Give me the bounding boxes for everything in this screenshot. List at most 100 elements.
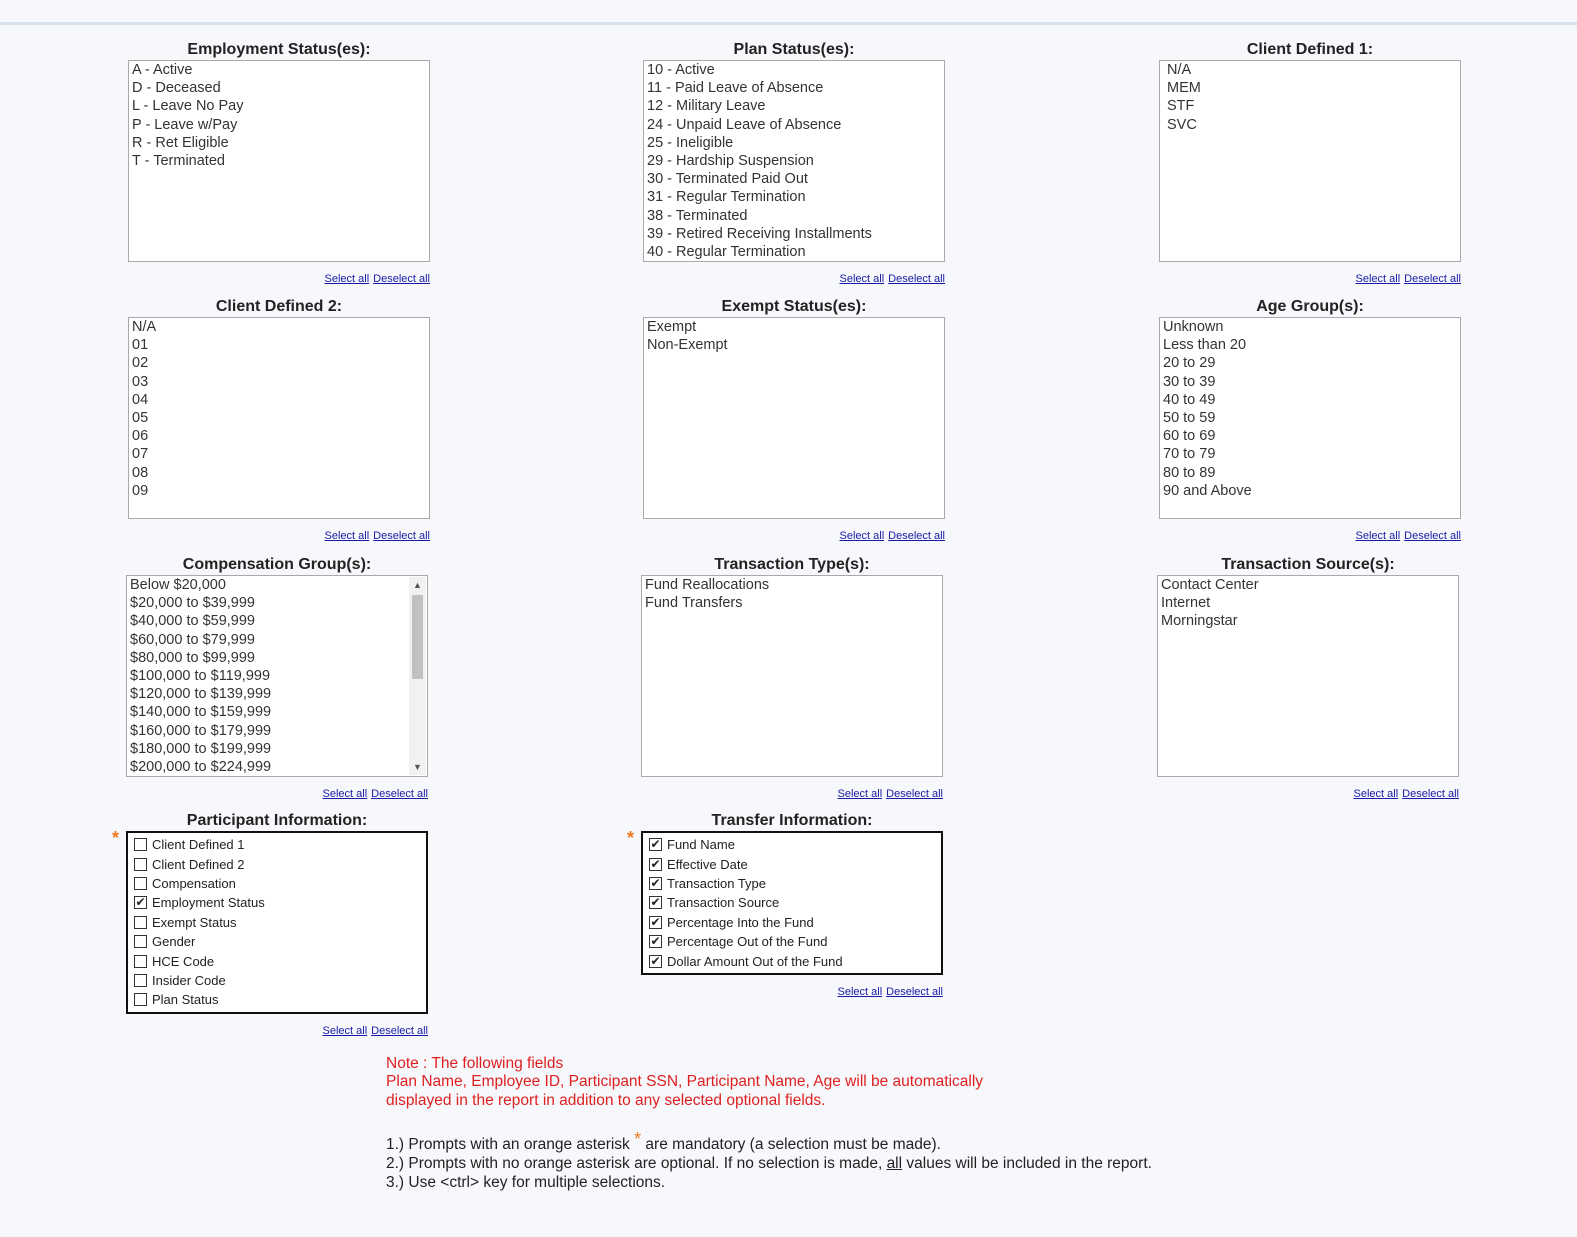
checkbox-checked-icon[interactable]: ✔ <box>649 935 662 949</box>
listbox-option[interactable]: $160,000 to $179,999 <box>130 722 405 740</box>
listbox-option[interactable]: $100,000 to $119,999 <box>130 667 405 685</box>
listbox-option[interactable]: 29 - Hardship Suspension <box>647 152 941 170</box>
listbox-option[interactable]: $80,000 to $99,999 <box>130 649 405 667</box>
deselect-all-link[interactable]: Deselect all <box>886 788 943 800</box>
listbox-option[interactable]: 30 - Terminated Paid Out <box>647 170 941 188</box>
select-all-link[interactable]: Select all <box>838 986 883 998</box>
deselect-all-link[interactable]: Deselect all <box>886 986 943 998</box>
listbox-option[interactable]: Internet <box>1161 594 1455 612</box>
checkbox-row[interactable]: ✔ Transaction Type <box>649 874 935 893</box>
plan-status-listbox[interactable]: 10 - Active 11 - Paid Leave of Absence 12 … <box>643 60 945 262</box>
listbox-option[interactable]: N/A <box>1163 61 1457 79</box>
listbox-option[interactable]: N/A <box>132 318 426 336</box>
deselect-all-link[interactable]: Deselect all <box>888 273 945 285</box>
deselect-all-link[interactable]: Deselect all <box>371 788 428 800</box>
transaction-type-listbox[interactable]: Fund Reallocations Fund Transfers <box>641 575 943 777</box>
deselect-all-link[interactable]: Deselect all <box>1404 273 1461 285</box>
listbox-option[interactable]: 40 to 49 <box>1163 391 1457 409</box>
checkbox-row[interactable]: Exempt Status <box>134 913 420 932</box>
checkbox-row[interactable]: HCE Code <box>134 951 420 970</box>
scrollbar-thumb[interactable] <box>412 595 423 679</box>
select-all-link[interactable]: Select all <box>325 530 370 542</box>
deselect-all-link[interactable]: Deselect all <box>373 530 430 542</box>
listbox-option[interactable]: L - Leave No Pay <box>132 97 426 115</box>
checkbox-unchecked-icon[interactable] <box>134 973 147 987</box>
listbox-option[interactable]: 20 to 29 <box>1163 354 1457 372</box>
listbox-option[interactable]: 05 <box>132 409 426 427</box>
listbox-option[interactable]: Fund Reallocations <box>645 576 939 594</box>
listbox-option[interactable]: 90 and Above <box>1163 482 1457 500</box>
listbox-option[interactable]: 24 - Unpaid Leave of Absence <box>647 116 941 134</box>
checkbox-checked-icon[interactable]: ✔ <box>134 896 147 910</box>
checkbox-row[interactable]: ✔ Fund Name <box>649 835 935 854</box>
age-group-listbox[interactable]: Unknown Less than 20 20 to 29 30 to 39 40 to… <box>1159 317 1461 519</box>
listbox-option[interactable]: $200,000 to $224,999 <box>130 758 405 776</box>
listbox-option[interactable]: Less than 20 <box>1163 336 1457 354</box>
exempt-status-listbox[interactable]: Exempt Non-Exempt <box>643 317 945 519</box>
listbox-option[interactable]: R - Ret Eligible <box>132 134 426 152</box>
checkbox-unchecked-icon[interactable] <box>134 935 147 949</box>
select-all-link[interactable]: Select all <box>323 1025 368 1037</box>
checkbox-row[interactable]: Gender <box>134 932 420 951</box>
listbox-option[interactable]: 08 <box>132 464 426 482</box>
select-all-link[interactable]: Select all <box>325 273 370 285</box>
listbox-option[interactable]: 38 - Terminated <box>647 207 941 225</box>
listbox-option[interactable]: 70 to 79 <box>1163 445 1457 463</box>
select-all-link[interactable]: Select all <box>1356 530 1401 542</box>
checkbox-checked-icon[interactable]: ✔ <box>649 915 662 929</box>
listbox-option[interactable]: 11 - Paid Leave of Absence <box>647 79 941 97</box>
checkbox-row[interactable]: Insider Code <box>134 971 420 990</box>
checkbox-row[interactable]: ✔ Effective Date <box>649 854 935 873</box>
scroll-up-icon[interactable]: ▲ <box>409 577 426 593</box>
compensation-group-listbox[interactable]: Below $20,000 $20,000 to $39,999 $40,000 t… <box>126 575 428 777</box>
select-all-link[interactable]: Select all <box>1354 788 1399 800</box>
checkbox-row[interactable]: ✔ Employment Status <box>134 893 420 912</box>
listbox-option[interactable]: Contact Center <box>1161 576 1455 594</box>
listbox-option[interactable]: Exempt <box>647 318 941 336</box>
checkbox-unchecked-icon[interactable] <box>134 915 147 929</box>
deselect-all-link[interactable]: Deselect all <box>1402 788 1459 800</box>
select-all-link[interactable]: Select all <box>838 788 883 800</box>
checkbox-row[interactable]: ✔ Dollar Amount Out of the Fund <box>649 951 935 970</box>
listbox-option[interactable]: P - Leave w/Pay <box>132 116 426 134</box>
listbox-option[interactable]: A - Active <box>132 61 426 79</box>
listbox-option[interactable]: MEM <box>1163 79 1457 97</box>
deselect-all-link[interactable]: Deselect all <box>373 273 430 285</box>
listbox-option[interactable]: 01 <box>132 336 426 354</box>
listbox-option[interactable]: $180,000 to $199,999 <box>130 740 405 758</box>
checkbox-checked-icon[interactable]: ✔ <box>649 838 662 852</box>
checkbox-unchecked-icon[interactable] <box>134 993 147 1007</box>
listbox-option[interactable]: 07 <box>132 445 426 463</box>
listbox-option[interactable]: 60 to 69 <box>1163 427 1457 445</box>
checkbox-row[interactable]: Client Defined 1 <box>134 835 420 854</box>
client-defined-2-listbox[interactable]: N/A 01 02 03 04 05 06 07 08 09 <box>128 317 430 519</box>
listbox-option[interactable]: $120,000 to $139,999 <box>130 685 405 703</box>
checkbox-unchecked-icon[interactable] <box>134 876 147 890</box>
checkbox-checked-icon[interactable]: ✔ <box>649 954 662 968</box>
listbox-option[interactable]: 80 to 89 <box>1163 464 1457 482</box>
scroll-down-icon[interactable]: ▼ <box>409 759 426 775</box>
listbox-option[interactable]: 31 - Regular Termination <box>647 188 941 206</box>
listbox-option[interactable]: 09 <box>132 482 426 500</box>
listbox-option[interactable]: $20,000 to $39,999 <box>130 594 405 612</box>
checkbox-row[interactable]: Compensation <box>134 874 420 893</box>
checkbox-row[interactable]: ✔ Percentage Into the Fund <box>649 913 935 932</box>
listbox-option[interactable]: 10 - Active <box>647 61 941 79</box>
deselect-all-link[interactable]: Deselect all <box>888 530 945 542</box>
checkbox-checked-icon[interactable]: ✔ <box>649 876 662 890</box>
client-defined-1-listbox[interactable]: N/A MEM STF SVC <box>1159 60 1461 262</box>
listbox-option[interactable]: 40 - Regular Termination <box>647 243 941 261</box>
listbox-option[interactable]: 30 to 39 <box>1163 373 1457 391</box>
listbox-option[interactable]: STF <box>1163 97 1457 115</box>
checkbox-checked-icon[interactable]: ✔ <box>649 857 662 871</box>
listbox-option[interactable]: Fund Transfers <box>645 594 939 612</box>
select-all-link[interactable]: Select all <box>840 530 885 542</box>
listbox-option[interactable]: 03 <box>132 373 426 391</box>
checkbox-row[interactable]: Plan Status <box>134 990 420 1009</box>
checkbox-unchecked-icon[interactable] <box>134 954 147 968</box>
listbox-option[interactable]: D - Deceased <box>132 79 426 97</box>
checkbox-row[interactable]: ✔ Transaction Source <box>649 893 935 912</box>
checkbox-checked-icon[interactable]: ✔ <box>649 896 662 910</box>
listbox-option[interactable]: 39 - Retired Receiving Installments <box>647 225 941 243</box>
select-all-link[interactable]: Select all <box>1356 273 1401 285</box>
